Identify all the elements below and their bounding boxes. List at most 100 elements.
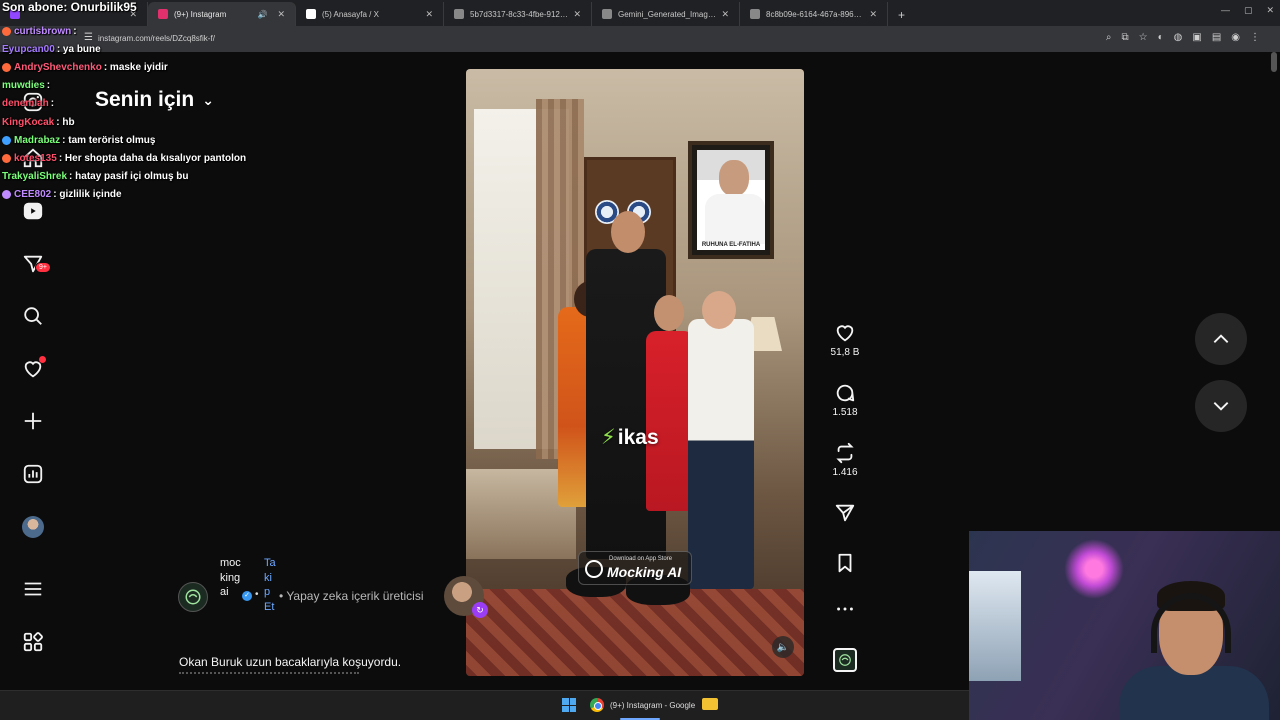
start-button[interactable] xyxy=(562,698,576,712)
save-button[interactable] xyxy=(826,552,864,574)
apps-grid-icon[interactable] xyxy=(21,630,45,654)
speaker-icon[interactable]: 🔊 xyxy=(257,10,267,19)
author-avatar[interactable] xyxy=(178,582,208,612)
comment-button[interactable]: 1.518 xyxy=(826,382,864,418)
app-store-small-text: Download on App Store xyxy=(609,556,673,562)
close-icon[interactable]: ✕ xyxy=(425,9,433,20)
app-store-watermark: Download on App Store Mocking AI xyxy=(578,551,692,585)
scrollbar[interactable] xyxy=(1271,52,1277,72)
globe-icon xyxy=(750,9,760,19)
like-button[interactable]: 51,8 B xyxy=(826,322,864,358)
folder-icon xyxy=(702,698,718,710)
profile-avatar[interactable] xyxy=(21,515,45,539)
globe-icon xyxy=(454,9,464,19)
chat-text: : maske iyidir xyxy=(103,61,168,73)
sidebar-icon[interactable]: ▤ xyxy=(1212,32,1221,43)
repost-icon xyxy=(836,442,854,464)
tab-image-1[interactable]: 5b7d3317-8c33-4fbe-9122-f7 ✕ xyxy=(444,2,592,26)
tab-x[interactable]: (5) Anasayfa / X ✕ xyxy=(296,2,444,26)
chat-message: TrakyaliShrek: hatay pasif içi olmuş bu xyxy=(2,168,302,186)
window-controls: — ▢ ✕ xyxy=(1221,5,1274,16)
chevron-up-icon xyxy=(1213,334,1229,343)
close-icon[interactable]: ✕ xyxy=(573,9,581,20)
chat-message: kotes135: Her shopta daha da kısalıyor p… xyxy=(2,149,302,167)
taskbar-chrome-label: (9+) Instagram - Google xyxy=(610,700,696,710)
chat-message: denemlah: xyxy=(2,95,302,113)
chat-message: Eyupcan00: ya bune xyxy=(2,40,302,58)
search-icon[interactable] xyxy=(21,304,45,328)
close-icon[interactable]: ✕ xyxy=(869,9,877,20)
chat-message: muwdies: xyxy=(2,77,302,95)
star-icon[interactable]: ☆ xyxy=(1139,32,1148,43)
new-tab-plus-icon[interactable]: + xyxy=(888,8,915,26)
video-head xyxy=(611,211,645,253)
heart-icon xyxy=(836,325,854,342)
minimize-icon[interactable]: — xyxy=(1221,5,1230,16)
stream-chat: curtisbrown: Eyupcan00: ya bune AndryShevc… xyxy=(2,22,302,204)
lightning-icon: ⚡ xyxy=(601,426,616,449)
chat-username: Madrabaz xyxy=(14,134,61,146)
chat-username: Eyupcan00 xyxy=(2,43,55,55)
taskbar-explorer[interactable] xyxy=(702,698,718,710)
extension-icon[interactable]: ◐ xyxy=(1158,32,1164,43)
brand-text: ikas xyxy=(617,425,659,449)
portrait-caption: RUHUNA EL-FATIHA xyxy=(701,242,761,248)
translate-icon[interactable]: ◍ xyxy=(1174,32,1183,43)
tab-gemini-image[interactable]: Gemini_Generated_Image_b7i ✕ xyxy=(592,2,740,26)
heart-notifications-icon[interactable] xyxy=(21,356,46,381)
chat-text: : xyxy=(73,25,77,37)
taskbar-chrome[interactable]: (9+) Instagram - Google xyxy=(590,698,695,712)
video-person-white xyxy=(688,319,754,589)
more-dots-icon xyxy=(837,607,853,611)
author-username[interactable]: mockingai xyxy=(220,556,242,600)
webcam-monitor xyxy=(969,571,1021,681)
chevron-down-icon xyxy=(1213,402,1229,411)
close-window-icon[interactable]: ✕ xyxy=(1266,5,1274,16)
share-button[interactable] xyxy=(826,502,864,524)
comment-icon xyxy=(836,384,855,402)
original-audio-button[interactable] xyxy=(833,648,857,672)
zoom-icon[interactable]: ⌕ xyxy=(1106,32,1112,43)
reel-video[interactable]: RUHUNA EL-FATIHA ⚡ ikas Download on App … xyxy=(466,69,804,676)
chat-badge-icon xyxy=(2,62,11,72)
chat-text: : gizlilik içinde xyxy=(53,189,122,201)
chrome-icon xyxy=(590,698,604,712)
stream-overlay-title: Son abone: Onurbilik95 xyxy=(2,0,137,14)
chat-username: KingKocak xyxy=(2,116,55,128)
share-icon xyxy=(835,504,855,522)
create-plus-icon[interactable] xyxy=(21,409,45,433)
more-options-button[interactable] xyxy=(826,598,864,620)
chat-username: denemlah xyxy=(2,98,49,110)
puzzle-icon[interactable]: ▣ xyxy=(1192,32,1201,43)
install-icon[interactable]: ⧉ xyxy=(1121,32,1128,43)
messages-icon[interactable]: 9+ xyxy=(21,252,51,276)
chat-message: KingKocak: hb xyxy=(2,113,302,131)
chat-text: : hatay pasif içi olmuş bu xyxy=(69,171,189,183)
chat-message: Madrabaz: tam terörist olmuş xyxy=(2,131,302,149)
close-icon[interactable]: ✕ xyxy=(277,9,285,20)
dashboard-chart-icon[interactable] xyxy=(21,462,45,486)
app-name: Mocking AI xyxy=(607,564,682,580)
chat-text: : tam terörist olmuş xyxy=(62,134,156,146)
screen: ✕ (9+) Instagram 🔊 ✕ (5) Anasayfa / X ✕ … xyxy=(0,0,1280,720)
profile-icon[interactable]: ◉ xyxy=(1231,32,1240,43)
chat-username: kotes135 xyxy=(14,152,57,164)
tab-image-2[interactable]: 8c8b09e-6164-467a-8960-f84 ✕ xyxy=(740,2,888,26)
windows-logo-icon xyxy=(562,698,576,712)
close-icon[interactable]: ✕ xyxy=(721,9,729,20)
maximize-icon[interactable]: ▢ xyxy=(1244,5,1253,16)
volume-icon[interactable]: 🔈 xyxy=(772,636,794,658)
kebab-menu-icon[interactable]: ⋮ xyxy=(1250,32,1260,43)
chat-username: muwdies xyxy=(2,80,45,92)
reel-caption[interactable]: Okan Buruk uzun bacaklarıyla koşuyordu. xyxy=(179,655,401,669)
follow-button[interactable]: Takip Et xyxy=(264,556,276,614)
next-reel-button[interactable] xyxy=(1195,380,1247,432)
chat-message: CEE802: gizlilik içinde xyxy=(2,186,302,204)
repost-button[interactable]: 1.416 xyxy=(826,442,864,478)
more-menu-icon[interactable] xyxy=(21,577,45,601)
ikas-logo: ⚡ ikas xyxy=(601,425,659,450)
video-head xyxy=(654,295,684,331)
bookmark-icon xyxy=(838,553,852,573)
x-favicon-icon xyxy=(306,9,316,19)
previous-reel-button[interactable] xyxy=(1195,313,1247,365)
